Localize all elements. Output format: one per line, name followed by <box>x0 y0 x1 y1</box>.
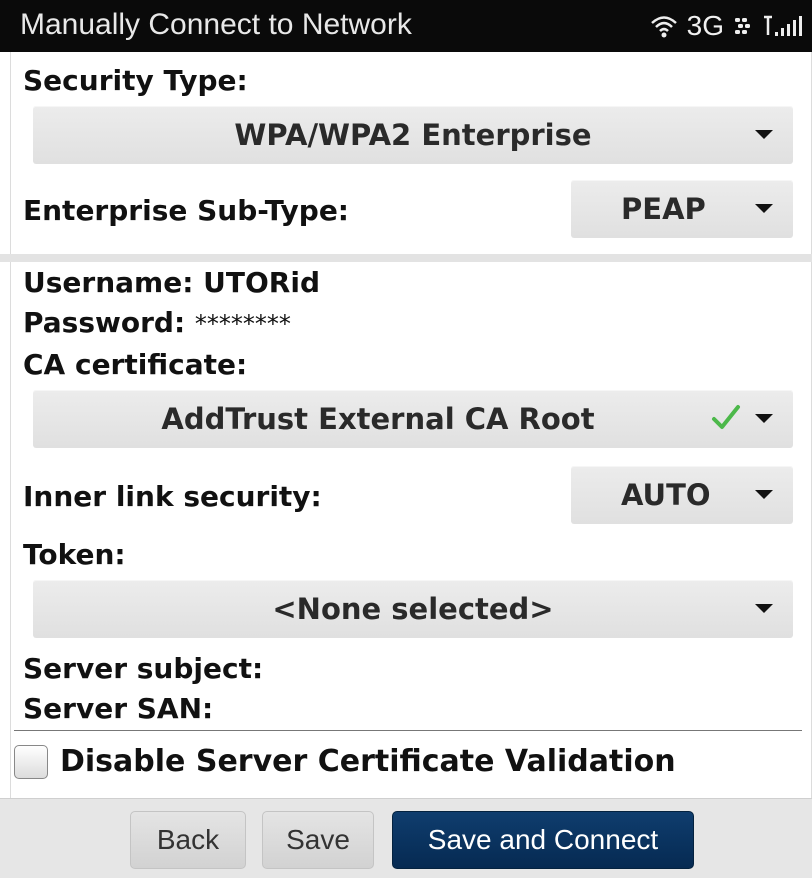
ca-certificate-dropdown[interactable]: AddTrust External CA Root <box>33 390 793 448</box>
chevron-down-icon <box>755 604 773 613</box>
checkmark-icon <box>712 405 740 429</box>
window-title: Manually Connect to Network <box>20 8 412 41</box>
security-panel: Security Type: WPA/WPA2 Enterprise Enter… <box>10 52 812 255</box>
server-san-label: Server SAN: <box>23 692 214 725</box>
username-label-text: Username: <box>23 266 194 299</box>
save-button[interactable]: Save <box>262 811 374 869</box>
enterprise-subtype-dropdown[interactable]: PEAP <box>571 180 793 238</box>
disable-validation-label[interactable]: Disable Server Certificate Validation <box>60 744 676 779</box>
network-type: 3G <box>686 10 724 41</box>
chevron-down-icon <box>755 414 773 423</box>
chevron-down-icon <box>755 490 773 499</box>
status-indicators: 3G <box>649 10 806 42</box>
security-type-value: WPA/WPA2 Enterprise <box>234 118 592 152</box>
server-subject-label: Server subject: <box>23 652 264 685</box>
disable-validation-checkbox[interactable] <box>14 745 48 779</box>
enterprise-subtype-value: PEAP <box>621 192 706 226</box>
ca-certificate-label: CA certificate: <box>23 348 248 381</box>
chevron-down-icon <box>755 204 773 213</box>
security-type-label: Security Type: <box>23 64 248 97</box>
inner-link-security-value: AUTO <box>621 478 711 512</box>
token-label: Token: <box>23 538 126 571</box>
password-label: Password: ******** <box>23 306 291 339</box>
title-bar: Manually Connect to Network 3G <box>0 0 812 52</box>
ca-certificate-value: AddTrust External CA Root <box>161 402 595 436</box>
security-type-dropdown[interactable]: WPA/WPA2 Enterprise <box>33 106 793 164</box>
username-value: UTORid <box>203 266 320 299</box>
chevron-down-icon <box>755 130 773 139</box>
inner-link-security-dropdown[interactable]: AUTO <box>571 466 793 524</box>
credentials-panel: Username: UTORid Password: ******** CA c… <box>10 262 812 798</box>
inner-link-security-label: Inner link security: <box>23 480 322 513</box>
token-dropdown[interactable]: <None selected> <box>33 580 793 638</box>
password-value: ******** <box>194 310 291 338</box>
section-divider <box>0 254 812 262</box>
blackberry-messenger-icon <box>735 18 750 34</box>
enterprise-subtype-label: Enterprise Sub-Type: <box>23 194 350 227</box>
button-bar: Back Save Save and Connect <box>0 798 812 878</box>
password-label-text: Password: <box>23 306 186 339</box>
save-and-connect-button[interactable]: Save and Connect <box>392 811 694 869</box>
back-button[interactable]: Back <box>130 811 246 869</box>
divider-line <box>14 730 802 731</box>
username-label: Username: UTORid <box>23 266 320 299</box>
wifi-icon <box>650 16 677 38</box>
token-value: <None selected> <box>272 592 554 626</box>
signal-strength-icon <box>764 15 802 36</box>
